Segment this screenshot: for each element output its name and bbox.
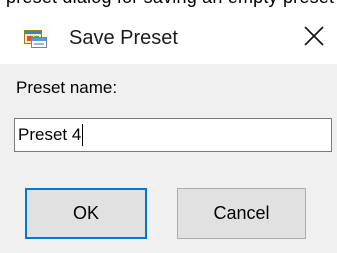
- preset-name-input[interactable]: [14, 118, 332, 152]
- ok-button[interactable]: OK: [25, 188, 147, 239]
- preset-name-label: Preset name:: [16, 78, 118, 97]
- application-window-icon: [24, 29, 48, 49]
- partial-caption-text: preset dialog for saving an empty preset: [6, 0, 334, 8]
- cancel-button[interactable]: Cancel: [177, 188, 306, 239]
- close-button[interactable]: [291, 8, 337, 64]
- dialog-title: Save Preset: [69, 27, 178, 49]
- text-caret: [82, 124, 83, 146]
- close-icon: [304, 26, 324, 46]
- dialog-titlebar: Save Preset: [0, 8, 337, 64]
- partial-caption-strip: preset dialog for saving an empty preset: [0, 0, 337, 8]
